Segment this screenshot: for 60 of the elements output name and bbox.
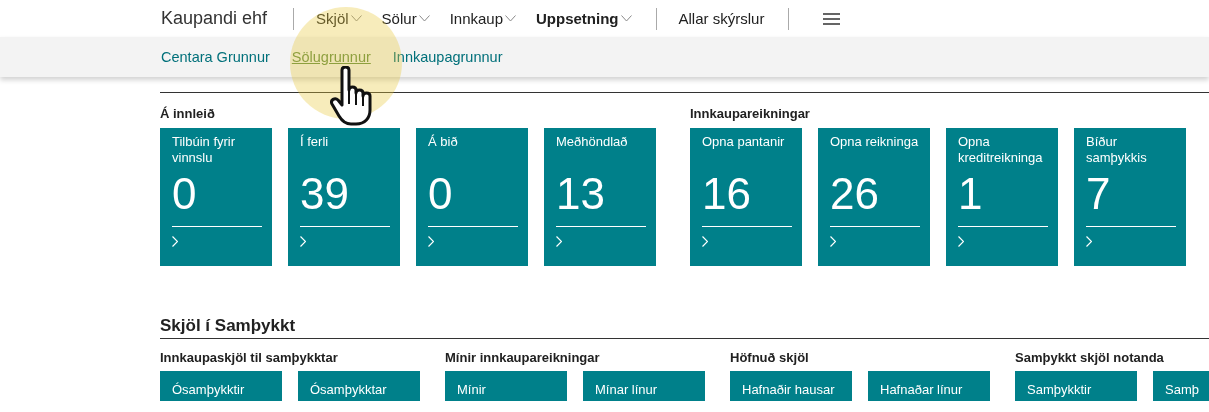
subnav-link[interactable]: Centara Grunnur [161,49,270,65]
tile-count: 39 [300,172,350,220]
chevron-right-icon [1086,236,1092,247]
nav-menu-item[interactable]: Allar skýrslur [678,10,765,27]
chevron-right-icon [172,236,178,247]
action-tile[interactable]: Ósamþykktir [160,371,282,401]
action-tile[interactable]: Samþykktir [1015,371,1137,401]
tile-count: 7 [1086,172,1112,220]
cue-tile[interactable]: Tilbúin fyrir vinnslu 0 [160,128,272,266]
action-tile[interactable]: Samþ [1153,371,1209,401]
chevron-right-icon [556,236,562,247]
action-tile[interactable]: Ósamþykktar [298,371,420,401]
tile-label: Tilbúin fyrir vinnslu [172,134,237,167]
tile-label: Í ferli [300,134,330,151]
action-tile[interactable]: Hafnaðar línur [868,371,990,401]
cue-tile[interactable]: Bíður samþykkis 7 [1074,128,1186,266]
group-heading: Samþykkt skjöl notanda [1015,350,1165,367]
tile-label: Opna pantanir [702,134,786,151]
group-heading: Mínir innkaupareikningar [445,350,601,367]
chevron-right-icon [830,236,836,247]
tile-count: 26 [830,172,880,220]
chevron-down-icon [350,15,362,22]
subnav-link[interactable]: Innkaupagrunnur [392,49,503,65]
chevron-right-icon [702,236,708,247]
tile-count: 1 [958,172,984,220]
tile-label: Opna kreditreikninga [958,134,1044,167]
cue-tile[interactable]: Á bið 0 [416,128,528,266]
menu-icon[interactable] [823,12,841,25]
cue-tile[interactable]: Meðhöndlað 13 [544,128,656,266]
cue-tile[interactable]: Í ferli 39 [288,128,400,266]
group-heading: Innkaupareikningar [690,106,811,123]
cue-tile[interactable]: Opna kreditreikninga 1 [946,128,1058,266]
action-tile[interactable]: Hafnaðir hausar [730,371,852,401]
action-tile[interactable]: Mínar línur [583,371,705,401]
chevron-down-icon [505,15,517,22]
cue-tile[interactable]: Opna pantanir 16 [690,128,802,266]
chevron-right-icon [300,236,306,247]
nav-menu-item[interactable]: Innkaup [449,10,517,27]
cue-tile[interactable]: Opna reikninga 26 [818,128,930,266]
tile-count: 0 [172,172,198,220]
nav-menu-item[interactable]: Sölur [381,10,430,27]
company-name: Kaupandi ehf [161,8,268,29]
tile-label: Meðhöndlað [556,134,629,151]
tile-count: 13 [556,172,606,220]
chevron-down-icon [418,15,430,22]
group-heading: Höfnuð skjöl [730,350,810,367]
tile-label: Á bið [428,134,459,151]
action-tile[interactable]: Mínir [445,371,567,401]
tile-count: 0 [428,172,454,220]
chevron-right-icon [428,236,434,247]
nav-menu-item[interactable]: Uppsetning [536,10,632,27]
chevron-down-icon [620,15,632,22]
nav-menu-item[interactable]: Skjöl [316,10,362,27]
section-heading: Skjöl í Samþykkt [160,316,297,337]
tile-label: Bíður samþykkis [1086,134,1148,167]
chevron-right-icon [958,236,964,247]
group-heading: Innkaupaskjöl til samþykktar [160,350,339,367]
tile-count: 16 [702,172,752,220]
tile-label: Opna reikninga [830,134,920,151]
group-heading: Á innleið [160,106,216,123]
